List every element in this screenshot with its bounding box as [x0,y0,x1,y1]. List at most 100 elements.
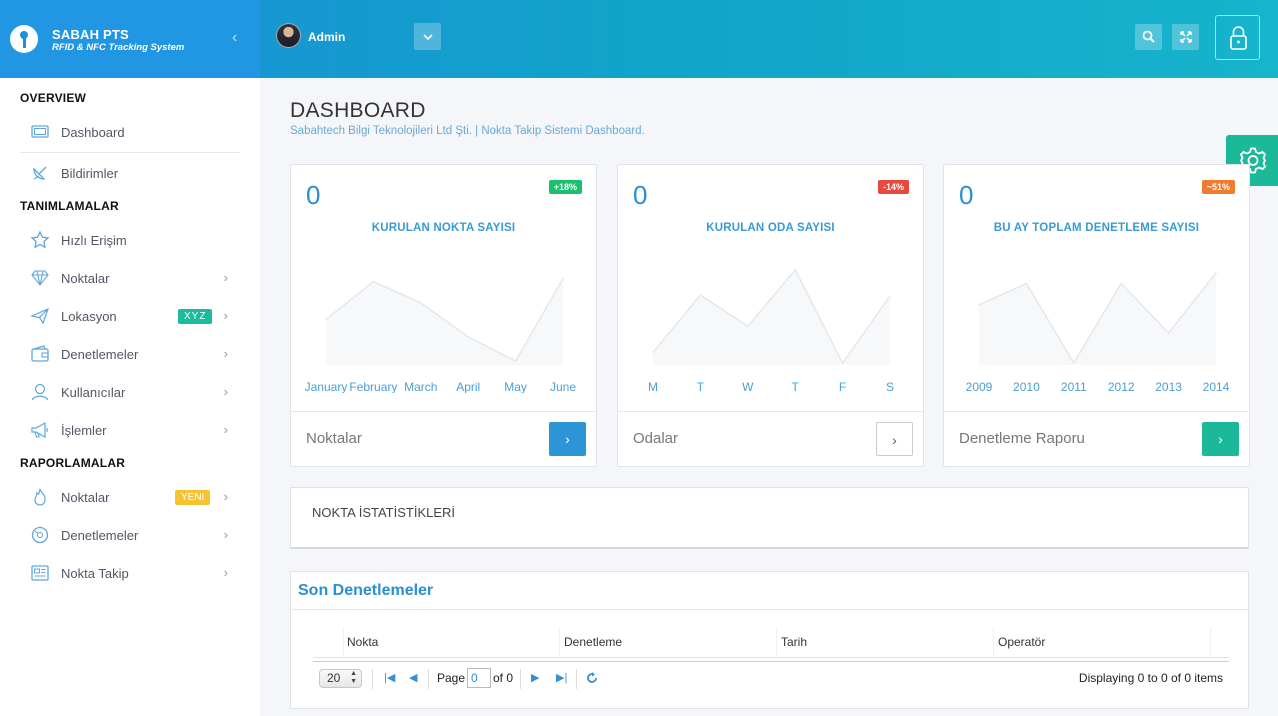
search-button[interactable] [1135,24,1162,50]
page-number-input[interactable]: 0 [467,668,491,688]
chevron-right-icon: › [223,565,228,580]
display-summary: Displaying 0 to 0 of 0 items [1078,671,1223,685]
collapse-sidebar-icon[interactable]: ‹ [232,29,237,47]
sidebar-item-label: Dashboard [61,125,125,140]
sidebar-item-hizli-erisim[interactable]: Hızlı Erişim [20,225,240,255]
stat-value: 0 [306,180,321,210]
sidebar-item-dashboard[interactable]: Dashboard [20,117,240,147]
previous-page-icon[interactable]: ◀ [409,671,417,684]
go-button[interactable]: › [876,422,913,456]
data-point [1120,282,1122,285]
card-link-label: Odalar [633,430,679,447]
data-point [841,362,844,364]
sidebar-item-bildirimler[interactable]: Bildirimler [20,158,240,188]
divider [291,609,1248,610]
stat-title: KURULAN ODA SAYISI [706,222,835,234]
paper-plane-icon [30,307,50,325]
stat-card-denetleme: 0 ~51% BU AY TOPLAM DENETLEME SAYISI 200… [943,164,1250,467]
x-tick-label: February [349,380,397,393]
chevron-right-icon: › [223,489,228,504]
sidebar-item-noktalar[interactable]: Noktalar › [20,263,240,293]
column-separator [993,627,994,658]
divider [372,669,373,689]
x-tick-label: M [648,380,658,393]
lock-icon [1230,26,1247,50]
expand-icon [1179,31,1192,43]
sidebar-item-rapor-noktalar[interactable]: Noktalar YENI › [20,482,240,512]
x-tick-label: March [404,380,437,393]
chevron-right-icon: › [223,308,228,323]
line-chart: MTWTFS [648,268,894,393]
brand-subtitle: RFID & NFC Tracking System [52,42,185,53]
wallet-icon [31,345,49,362]
sidebar-item-label: Hızlı Erişim [61,233,127,248]
trend-badge: -14% [877,180,909,194]
stat-value: 0 [959,180,974,210]
x-tick-label: May [504,380,527,393]
recent-inspections-panel: Son Denetlemeler Nokta Denetleme Tarih O… [290,571,1249,709]
column-separator [776,627,777,658]
x-tick-label: 2014 [1203,380,1230,393]
brand-title: SABAH PTS [52,27,129,42]
sidebar-item-lokasyon[interactable]: Lokasyon XYZ › [20,301,240,331]
last-page-icon[interactable]: ▶| [556,671,567,684]
page-size-value: 20 [327,671,341,685]
user-dropdown-button[interactable] [414,23,441,50]
sidebar-item-rapor-denetlemeler[interactable]: Denetlemeler › [20,520,240,550]
page-count-label: of 0 [493,671,514,685]
column-header-operator[interactable]: Operatör [998,635,1045,649]
column-header-denetleme[interactable]: Denetleme [564,635,622,649]
column-separator [1210,627,1211,658]
data-point [747,325,749,327]
refresh-icon[interactable] [586,672,598,684]
newspaper-icon [31,565,49,581]
sidebar-item-label: Denetlemeler [61,347,139,362]
page-size-select[interactable]: 20 ▲ ▼ [319,669,362,688]
card-link-label: Noktalar [306,430,362,447]
fire-icon [34,488,46,506]
logo-icon [10,25,38,53]
sidebar-item-islemler[interactable]: İşlemler › [20,415,240,445]
divider [20,152,240,153]
sidebar-item-denetlemeler[interactable]: Denetlemeler › [20,339,240,369]
stat-value: 0 [633,180,648,210]
stat-title: KURULAN NOKTA SAYISI [371,222,516,234]
section-title-raporlamalar: RAPORLAMALAR [20,456,126,470]
sidebar-item-label: Kullanıcılar [61,385,126,400]
x-tick-label: 2011 [1061,380,1087,393]
next-page-icon[interactable]: ▶ [531,671,539,684]
column-header-nokta[interactable]: Nokta [347,635,378,649]
line-chart: 2009 2010 2011 2012 2013 2014 [966,272,1230,393]
page-subtitle: Sabahtech Bilgi Teknolojileri Ltd Şti. |… [290,125,645,137]
sidebar-item-label: İşlemler [61,423,107,438]
column-separator [559,627,560,658]
data-point [325,318,327,321]
sidebar: OVERVIEW Dashboard Bildirimler TANIMLAMA… [0,78,260,716]
x-tick-label: W [742,380,754,393]
first-page-icon[interactable]: |◀ [384,671,395,684]
card-link-label: Denetleme Raporu [959,430,1085,447]
column-header-tarih[interactable]: Tarih [781,635,807,649]
x-tick-label: T [697,380,705,393]
brand: SABAH PTS RFID & NFC Tracking System ‹ [0,0,260,78]
x-tick-label: F [839,380,846,393]
x-tick-label: April [456,380,480,393]
user-name[interactable]: Admin [308,30,345,44]
avatar[interactable] [276,23,301,48]
data-point [889,295,891,297]
sidebar-item-kullanicilar[interactable]: Kullanıcılar › [20,377,240,407]
lock-screen-button[interactable] [1215,15,1260,60]
pagination-bar: 20 ▲ ▼ |◀ ◀ Page 0 of 0 ▶ ▶| Displaying 0… [313,661,1229,691]
divider [520,669,521,689]
fullscreen-button[interactable] [1172,24,1199,50]
data-point [794,269,796,271]
divider [618,411,923,412]
data-point [652,351,654,354]
sidebar-item-label: Nokta Takip [61,566,129,581]
sidebar-item-nokta-takip[interactable]: Nokta Takip › [20,558,240,588]
x-tick-label: 2009 [966,380,993,393]
go-button[interactable]: › [1202,422,1239,456]
go-button[interactable]: › [549,422,586,456]
sidebar-item-label: Noktalar [61,490,110,505]
divider [291,411,596,412]
